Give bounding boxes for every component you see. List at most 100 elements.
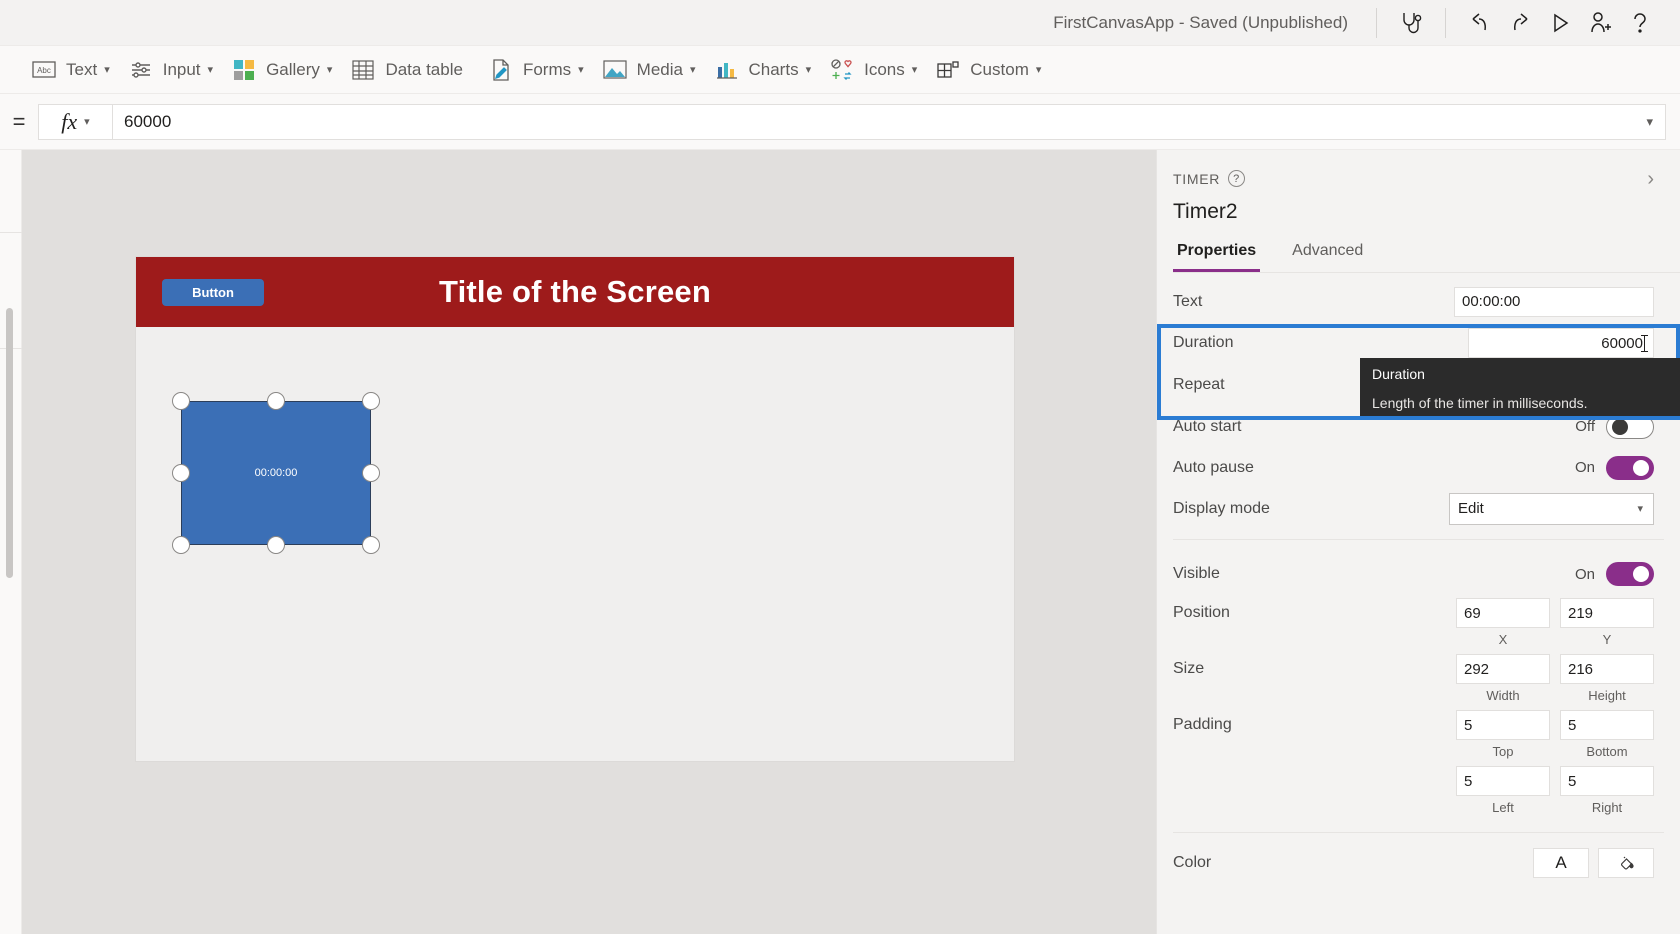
ribbon-item-charts[interactable]: Charts ▾ [705,50,821,90]
property-row-padding: Padding 5 Top 5 Bottom [1157,710,1680,766]
app-checker-icon[interactable] [1391,6,1431,40]
ribbon-item-icons[interactable]: Icons ▾ [820,50,926,90]
chevron-down-icon: ▾ [84,116,90,128]
ribbon-item-gallery[interactable]: Gallery ▾ [222,50,341,90]
fill-bucket-icon[interactable] [1598,848,1654,878]
property-label-size: Size [1173,660,1205,677]
padding-top-cell: 5 Top [1456,710,1550,759]
ribbon-item-media[interactable]: Media ▾ [593,50,705,90]
divider [1445,7,1446,38]
chevron-right-icon[interactable]: › [1647,168,1654,191]
screen-button-control[interactable]: Button [162,279,264,306]
padding-top-value: 5 [1464,716,1473,734]
input-sliders-icon [128,59,154,81]
undo-icon[interactable] [1460,6,1500,40]
tab-advanced[interactable]: Advanced [1288,242,1367,272]
preview-play-icon[interactable] [1540,6,1580,40]
text-color-button[interactable]: A [1533,848,1589,878]
property-label-auto-pause: Auto pause [1173,458,1254,476]
resize-handle-top-center[interactable] [267,392,285,410]
display-mode-select[interactable]: Edit ▾ [1449,492,1654,525]
padding-right-value: 5 [1568,772,1577,790]
canvas-area[interactable]: Title of the Screen Button 00:00:00 [22,150,1156,934]
top-command-bar: FirstCanvasApp - Saved (Unpublished) [0,0,1680,46]
help-circle-icon[interactable]: ? [1228,170,1246,187]
visible-state: On [1574,565,1595,583]
chevron-down-icon: ▾ [326,64,333,76]
visible-toggle[interactable] [1606,562,1654,586]
charts-bar-icon [714,59,740,81]
ribbon-item-label: Data table [385,59,463,79]
text-input[interactable]: 00:00:00 [1454,286,1654,317]
chevron-down-icon: ▾ [104,64,110,76]
resize-handle-middle-left[interactable] [172,464,190,482]
formula-input[interactable]: 60000 ▾ [112,103,1666,140]
property-row-padding-lr: 5 Left 5 Right [1157,766,1680,822]
property-selector-dropdown[interactable]: fx ▾ [38,103,112,140]
chevron-down-icon: ▾ [1637,503,1643,515]
position-y-caption: Y [1602,632,1612,647]
ribbon-item-label: Forms [522,59,572,79]
control-type-label: TIMER [1173,170,1221,187]
properties-panel-tabs: Properties Advanced [1173,242,1680,273]
padding-left-value: 5 [1464,772,1473,790]
resize-handle-top-left[interactable] [172,392,190,410]
padding-right-input[interactable]: 5 [1560,766,1654,796]
left-rail-scrollbar[interactable] [6,308,13,578]
ribbon-item-input[interactable]: Input ▾ [119,50,222,90]
chevron-down-icon: ▾ [689,64,696,76]
padding-left-caption: Left [1492,800,1514,815]
tab-properties[interactable]: Properties [1173,242,1261,272]
auto-pause-toggle[interactable] [1606,455,1654,480]
resize-handle-bottom-right[interactable] [362,536,380,554]
resize-handle-bottom-left[interactable] [172,536,190,554]
forms-document-icon [488,58,514,81]
position-x-caption: X [1498,632,1508,647]
padding-bottom-caption: Bottom [1586,744,1628,759]
resize-handle-middle-right[interactable] [362,464,380,482]
resize-handle-top-right[interactable] [362,392,380,410]
display-mode-value: Edit [1458,500,1484,517]
size-height-value: 216 [1568,660,1594,678]
ribbon-item-text[interactable]: Abc Text ▾ [22,50,119,90]
share-user-icon[interactable] [1580,6,1620,40]
padding-right-cell: 5 Right [1560,766,1654,815]
timer-control[interactable]: 00:00:00 [181,401,371,545]
custom-blocks-icon [935,59,961,81]
chevron-down-icon[interactable]: ▾ [1646,114,1653,130]
app-screen[interactable]: Title of the Screen Button 00:00:00 [136,257,1014,761]
formula-equals-toggle[interactable]: = [0,109,38,135]
duration-input[interactable]: 60000 [1468,328,1654,358]
divider [1173,539,1664,540]
auto-start-toggle[interactable] [1606,414,1654,439]
ribbon-item-forms[interactable]: Forms ▾ [479,50,593,90]
size-height-input[interactable]: 216 [1560,654,1654,684]
ribbon-item-data-table[interactable]: Data table [341,50,479,90]
position-y-cell: 219 Y [1560,598,1654,647]
padding-left-input[interactable]: 5 [1456,766,1550,796]
fx-label: fx [61,108,78,134]
properties-panel-header: TIMER ? Timer2 › [1157,150,1680,224]
size-height-cell: 216 Height [1560,654,1654,703]
position-x-value: 69 [1464,604,1481,622]
resize-handle-bottom-center[interactable] [267,536,285,554]
padding-left-cell: 5 Left [1456,766,1550,815]
size-width-caption: Width [1486,688,1520,703]
padding-top-input[interactable]: 5 [1456,710,1550,740]
chevron-down-icon: ▾ [578,64,584,76]
position-y-input[interactable]: 219 [1560,598,1654,628]
size-width-input[interactable]: 292 [1456,654,1550,684]
ribbon-item-custom[interactable]: Custom ▾ [926,50,1050,90]
icons-shapes-icon [829,58,855,81]
property-label-duration: Duration [1173,334,1234,351]
property-row-position: Position 69 X 219 Y [1157,598,1680,654]
padding-bottom-input[interactable]: 5 [1560,710,1654,740]
help-icon[interactable] [1620,6,1660,40]
timer-control-text: 00:00:00 [254,467,298,479]
auto-start-state: Off [1575,418,1595,435]
ribbon-item-label: Gallery [266,59,320,79]
duration-tooltip: Duration Length of the timer in millisec… [1360,358,1680,416]
redo-icon[interactable] [1500,6,1540,40]
formula-bar: = fx ▾ 60000 ▾ [0,94,1680,150]
position-x-input[interactable]: 69 [1456,598,1550,628]
